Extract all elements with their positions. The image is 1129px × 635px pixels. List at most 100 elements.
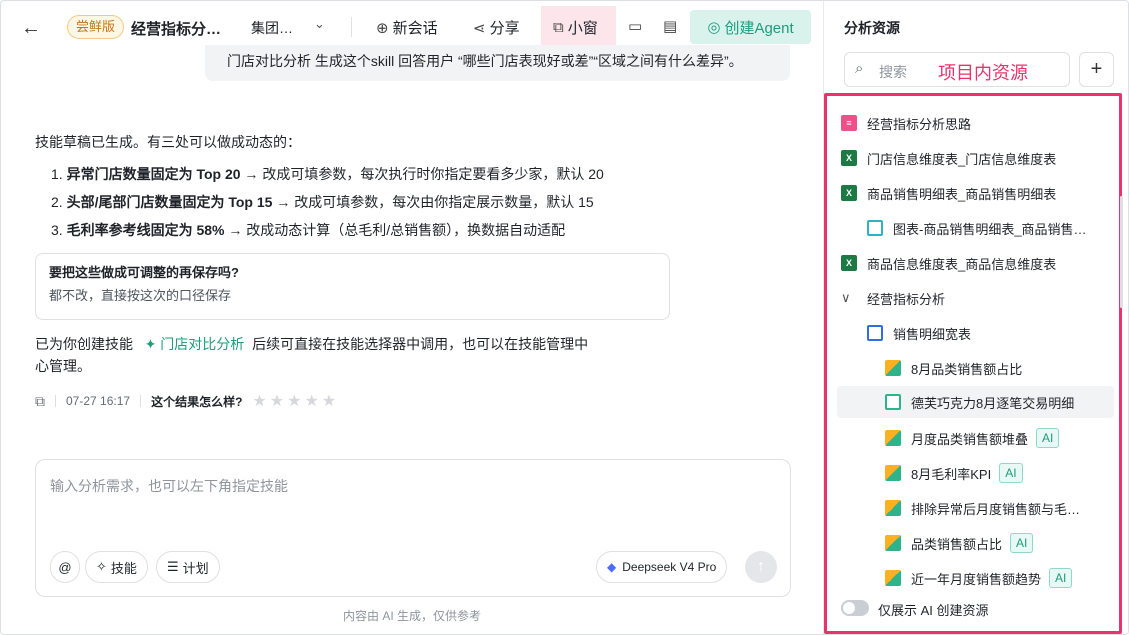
- new-chat-button[interactable]: ⊕ 新会话: [376, 17, 438, 38]
- tree-item[interactable]: X 门店信息维度表_门店信息维度表: [841, 142, 1056, 174]
- divider: [351, 17, 352, 37]
- tree-item[interactable]: X 商品销售明细表_商品销售明细表: [841, 177, 1056, 209]
- tree-item[interactable]: 排除异常后月度销售额与毛…: [885, 492, 1080, 524]
- tree-item-label: 经营指标分析思路: [867, 116, 972, 132]
- monitor-icon: ▭: [628, 18, 643, 35]
- dashboard-icon: [885, 430, 901, 446]
- group-selector[interactable]: 集团…: [251, 18, 293, 38]
- model-selector[interactable]: ◆ Deepseek V4 Pro: [596, 551, 728, 583]
- tree-item-selected[interactable]: 德芙巧克力8月逐笔交易明细: [837, 386, 1114, 418]
- new-chat-icon: ⊕: [376, 19, 389, 37]
- list-text: → 改成动态计算（总毛利/总销售额），换数据自动适配: [224, 222, 566, 238]
- dashboard-icon: [885, 535, 901, 551]
- tree-item[interactable]: X 商品信息维度表_商品信息维度表: [841, 247, 1056, 279]
- skill-name: 门店对比分析: [160, 336, 245, 352]
- resource-search-input[interactable]: ⌕ 搜索 项目内资源: [844, 52, 1070, 87]
- rating-stars[interactable]: ★★★★★: [252, 391, 339, 411]
- share-button[interactable]: ⋖ 分享: [473, 17, 520, 38]
- tree-item-label: 商品信息维度表_商品信息维度表: [867, 256, 1057, 272]
- document-button[interactable]: ▤: [663, 17, 677, 35]
- list-item: 2. 头部/尾部门店数量固定为 Top 15 → 改成可填参数，每次由你指定展示…: [51, 191, 594, 213]
- mention-button[interactable]: @: [50, 551, 80, 583]
- agent-icon: ◎: [707, 19, 721, 36]
- tree-item[interactable]: 8月品类销售额占比: [885, 352, 1022, 384]
- tree-item[interactable]: ≡ 经营指标分析思路: [841, 107, 971, 139]
- tree-item-label: 8月毛利率KPI: [911, 466, 992, 482]
- arrow-up-icon: ↑: [757, 558, 765, 575]
- divider: [55, 395, 56, 407]
- monitor-button[interactable]: ▭: [628, 17, 642, 35]
- doc-icon: ≡: [841, 115, 857, 131]
- skill-link[interactable]: ✦ 门店对比分析: [137, 336, 252, 352]
- model-label: Deepseek V4 Pro: [622, 560, 717, 574]
- tree-item[interactable]: 8月毛利率KPI AI: [885, 457, 1023, 489]
- skill-button[interactable]: ✧ 技能: [85, 551, 148, 583]
- resource-panel-title: 分析资源: [844, 20, 900, 36]
- list-number: 1.: [51, 166, 63, 182]
- tree-item[interactable]: 销售明细宽表: [867, 317, 971, 349]
- question-answer: 都不改，直接按这次的口径保存: [49, 288, 232, 303]
- created-prefix: 已为你创建技能: [35, 336, 133, 352]
- page-title: 经营指标分…: [131, 21, 222, 38]
- ai-badge: AI: [1049, 568, 1073, 588]
- add-resource-button[interactable]: +: [1079, 52, 1114, 87]
- dashboard-icon: [885, 500, 901, 516]
- chat-input-placeholder[interactable]: 输入分析需求，也可以左下角指定技能: [50, 476, 288, 496]
- excel-icon: X: [841, 255, 857, 271]
- excel-icon: X: [841, 150, 857, 166]
- tree-item-label: 商品销售明细表_商品销售明细表: [867, 186, 1057, 202]
- tree-item[interactable]: 品类销售额占比 AI: [885, 527, 1034, 559]
- question-card[interactable]: 要把这些做成可调整的再保存吗? 都不改，直接按这次的口径保存: [35, 253, 670, 320]
- tree-folder[interactable]: ∨ 经营指标分析: [841, 282, 945, 314]
- created-suffix-2: 心管理。: [35, 358, 91, 374]
- list-item: 3. 毛利率参考线固定为 58% → 改成动态计算（总毛利/总销售额），换数据自…: [51, 219, 565, 241]
- share-icon: ⋖: [473, 19, 486, 37]
- message-meta: ⧉ 07-27 16:17 这个结果怎么样? ★★★★★: [35, 391, 339, 411]
- ai-badge: AI: [1036, 428, 1060, 448]
- chevron-down-icon[interactable]: ⌄: [314, 16, 325, 32]
- at-icon: @: [58, 559, 72, 575]
- plan-button[interactable]: ☰ 计划: [156, 551, 220, 583]
- tree-item-label: 8月品类销售额占比: [911, 361, 1023, 377]
- project-resources-annotation: 项目内资源: [938, 63, 1028, 83]
- list-bold-text: 毛利率参考线固定为 58%: [66, 222, 225, 238]
- create-agent-button[interactable]: ◎ 创建Agent: [690, 10, 811, 44]
- list-number: 3.: [51, 222, 63, 238]
- dashboard-icon: [885, 570, 901, 586]
- back-arrow-icon[interactable]: ←: [21, 17, 43, 39]
- chat-input-box[interactable]: 输入分析需求，也可以左下角指定技能 @ ✧ 技能 ☰ 计划 ◆ Deepseek…: [35, 459, 791, 597]
- dataset-icon: [867, 325, 883, 341]
- list-text: → 改成可填参数，每次执行时你指定要看多少家，默认 20: [240, 166, 604, 182]
- table-icon: [885, 394, 901, 410]
- tree-item-label: 经营指标分析: [867, 291, 946, 307]
- list-bold-text: 异常门店数量固定为 Top 20: [66, 166, 241, 182]
- list-bold-text: 头部/尾部门店数量固定为 Top 15: [66, 194, 273, 210]
- search-placeholder: 搜索: [879, 64, 907, 80]
- search-icon: ⌕: [855, 60, 864, 77]
- version-badge: 尝鲜版: [67, 15, 125, 39]
- scrollbar[interactable]: [1120, 196, 1123, 308]
- sparkle-icon: ✧: [96, 559, 107, 574]
- document-icon: ▤: [663, 18, 678, 35]
- dashboard-icon: [885, 465, 901, 481]
- send-button[interactable]: ↑: [745, 551, 777, 583]
- deepseek-icon: ◆: [607, 560, 617, 574]
- question-title: 要把这些做成可调整的再保存吗?: [49, 265, 239, 280]
- tree-item-label: 德芙巧克力8月逐笔交易明细: [911, 395, 1075, 411]
- create-agent-label: 创建Agent: [724, 19, 794, 37]
- mini-window-button[interactable]: ⧉ 小窗: [553, 17, 598, 38]
- mini-window-icon: ⧉: [553, 19, 564, 36]
- tree-item[interactable]: 月度品类销售额堆叠 AI: [885, 422, 1060, 454]
- chevron-down-icon[interactable]: ∨: [841, 290, 857, 306]
- checklist-icon: ☰: [167, 559, 179, 574]
- tree-item[interactable]: 近一年月度销售额趋势 AI: [885, 562, 1073, 594]
- list-text: → 改成可填参数，每次由你指定展示数量，默认 15: [272, 194, 594, 210]
- ai-only-toggle[interactable]: [841, 600, 869, 616]
- list-number: 2.: [51, 194, 63, 210]
- tree-item[interactable]: 图表-商品销售明细表_商品销售…: [867, 212, 1087, 244]
- dashboard-icon: [885, 360, 901, 376]
- resource-panel: 分析资源 ⌕ 搜索 项目内资源 + ≡ 经营指标分析思路 X 门店信息维度表_门…: [823, 1, 1128, 634]
- copy-icon[interactable]: ⧉: [35, 393, 45, 410]
- ai-badge: AI: [999, 463, 1023, 483]
- tree-item-label: 门店信息维度表_门店信息维度表: [867, 151, 1057, 167]
